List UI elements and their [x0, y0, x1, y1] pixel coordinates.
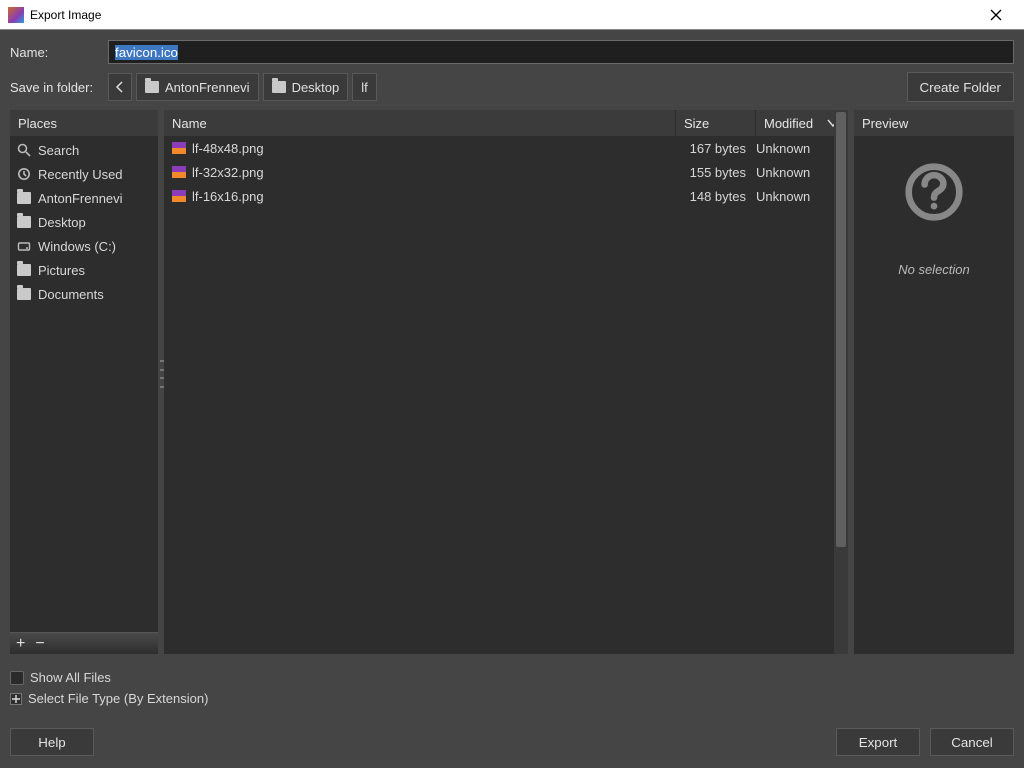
drive-icon — [16, 238, 32, 254]
export-button[interactable]: Export — [836, 728, 920, 756]
create-folder-button[interactable]: Create Folder — [907, 72, 1015, 102]
places-item-2[interactable]: AntonFrennevi — [10, 186, 158, 210]
column-header-modified-label: Modified — [764, 116, 813, 131]
select-file-type-expander[interactable]: Select File Type (By Extension) — [10, 691, 1014, 706]
folder-icon — [16, 262, 32, 278]
image-file-icon — [172, 142, 186, 154]
folder-icon — [272, 81, 286, 93]
places-header: Places — [10, 110, 158, 136]
search-icon — [16, 142, 32, 158]
close-icon — [990, 9, 1002, 21]
places-item-label: Windows (C:) — [38, 239, 116, 254]
preview-empty-text: No selection — [898, 262, 970, 277]
places-item-label: Search — [38, 143, 79, 158]
places-item-label: Pictures — [38, 263, 85, 278]
titlebar: Export Image — [0, 0, 1024, 30]
file-size: 155 bytes — [678, 165, 750, 180]
name-row: Name: — [10, 40, 1014, 64]
file-modified: Unknown — [756, 141, 840, 156]
places-list: Search Recently Used AntonFrennevi Desktop W… — [10, 136, 158, 632]
button-bar: Help Export Cancel — [10, 714, 1014, 756]
file-modified: Unknown — [756, 165, 840, 180]
folder-label: Save in folder: — [10, 80, 98, 95]
places-item-label: Documents — [38, 287, 104, 302]
file-size: 167 bytes — [678, 141, 750, 156]
column-header-size[interactable]: Size — [676, 110, 756, 136]
window-title: Export Image — [30, 8, 976, 22]
name-label: Name: — [10, 45, 98, 60]
folder-row: Save in folder: AntonFrennevi Desktop lf… — [10, 72, 1014, 102]
places-item-label: AntonFrennevi — [38, 191, 123, 206]
help-button[interactable]: Help — [10, 728, 94, 756]
files-body[interactable]: lf-48x48.png167 bytesUnknownlf-32x32.png… — [164, 136, 848, 654]
files-header: Name Size Modified — [164, 110, 848, 136]
filename-input[interactable] — [108, 40, 1014, 64]
show-all-files-option[interactable]: Show All Files — [10, 670, 1014, 685]
scrollbar-thumb[interactable] — [836, 112, 846, 547]
image-file-icon — [172, 166, 186, 178]
places-item-4[interactable]: Windows (C:) — [10, 234, 158, 258]
file-modified: Unknown — [756, 189, 840, 204]
preview-pane: Preview No selection — [854, 110, 1014, 654]
breadcrumb-back-button[interactable] — [108, 73, 132, 101]
preview-content: No selection — [854, 136, 1014, 654]
places-item-0[interactable]: Search — [10, 138, 158, 162]
file-name: lf-32x32.png — [192, 165, 264, 180]
breadcrumb-label: Desktop — [292, 80, 340, 95]
file-row[interactable]: lf-48x48.png 167 bytes Unknown — [164, 136, 848, 160]
files-pane: Name Size Modified lf-48x48.png 167 bytes… — [164, 110, 848, 654]
recent-icon — [16, 166, 32, 182]
breadcrumb: AntonFrennevi Desktop lf — [108, 73, 377, 101]
file-size: 148 bytes — [678, 189, 750, 204]
question-icon — [904, 162, 964, 222]
column-header-name[interactable]: Name — [164, 110, 676, 136]
preview-header: Preview — [854, 110, 1014, 136]
folder-icon — [16, 286, 32, 302]
breadcrumb-label: lf — [361, 80, 368, 95]
places-item-label: Recently Used — [38, 167, 123, 182]
files-scrollbar[interactable] — [834, 110, 848, 654]
expander-icon — [10, 693, 22, 705]
breadcrumb-label: AntonFrennevi — [165, 80, 250, 95]
chevron-left-icon — [115, 81, 125, 93]
breadcrumb-item-0[interactable]: AntonFrennevi — [136, 73, 259, 101]
window-close-button[interactable] — [976, 0, 1016, 30]
places-item-3[interactable]: Desktop — [10, 210, 158, 234]
folder-icon — [16, 190, 32, 206]
app-icon — [8, 7, 24, 23]
places-item-1[interactable]: Recently Used — [10, 162, 158, 186]
file-name: lf-16x16.png — [192, 189, 264, 204]
places-footer: + − — [10, 632, 158, 654]
file-name: lf-48x48.png — [192, 141, 264, 156]
file-row[interactable]: lf-16x16.png 148 bytes Unknown — [164, 184, 848, 208]
show-all-files-label: Show All Files — [30, 670, 111, 685]
folder-icon — [16, 214, 32, 230]
image-file-icon — [172, 190, 186, 202]
folder-icon — [145, 81, 159, 93]
places-item-label: Desktop — [38, 215, 86, 230]
options: Show All Files Select File Type (By Exte… — [10, 662, 1014, 706]
cancel-button[interactable]: Cancel — [930, 728, 1014, 756]
places-item-6[interactable]: Documents — [10, 282, 158, 306]
select-file-type-label: Select File Type (By Extension) — [28, 691, 208, 706]
places-pane: Places Search Recently Used AntonFrennevi D… — [10, 110, 158, 654]
breadcrumb-item-1[interactable]: Desktop — [263, 73, 349, 101]
places-remove-button[interactable]: − — [35, 636, 44, 652]
breadcrumb-item-2[interactable]: lf — [352, 73, 377, 101]
file-row[interactable]: lf-32x32.png 155 bytes Unknown — [164, 160, 848, 184]
places-item-5[interactable]: Pictures — [10, 258, 158, 282]
places-add-button[interactable]: + — [16, 636, 25, 652]
checkbox-icon — [10, 671, 24, 685]
